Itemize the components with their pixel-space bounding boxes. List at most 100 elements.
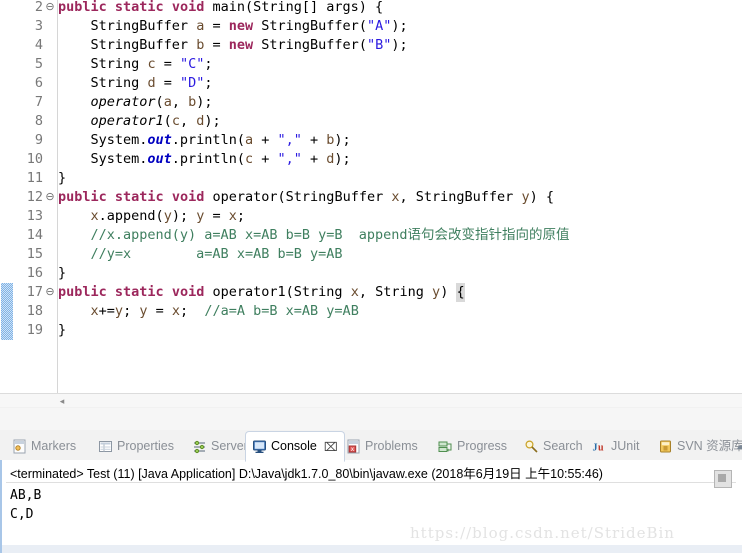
scrollbar-track[interactable]	[0, 394, 742, 407]
tab-overflow-icon[interactable]	[730, 432, 742, 460]
watermark-text: https://blog.csdn.net/StrideBin	[410, 524, 675, 542]
param-y: y	[521, 189, 530, 205]
type-stringbuffer: StringBuffer	[261, 18, 359, 34]
code-line-5[interactable]: String c = "C";	[58, 55, 213, 74]
svg-text:u: u	[598, 442, 604, 453]
scroll-left-arrow-icon[interactable]: ◂	[56, 395, 68, 407]
fold-toggle-icon[interactable]: ⊖	[44, 283, 56, 302]
tab-label: JUnit	[611, 438, 640, 453]
code-line-17[interactable]: public static void operator1(String x, S…	[58, 283, 465, 302]
code-text-area[interactable]: public static void main(String[] args) {…	[58, 0, 742, 408]
progress-icon	[438, 439, 453, 454]
line-number: 16	[26, 265, 43, 281]
method-name-operator1: operator1	[212, 284, 286, 300]
console-icon	[252, 439, 267, 454]
code-line-16[interactable]: }	[58, 264, 66, 283]
string-literal-comma: ","	[277, 151, 302, 167]
change-marker-bar	[1, 0, 13, 408]
tab-markers[interactable]: Markers	[6, 432, 82, 460]
keyword-new: new	[228, 18, 254, 34]
method-signature-main: main(String[] args) {	[212, 0, 384, 15]
line-number: 5	[34, 56, 43, 72]
arg-a: a	[163, 94, 172, 110]
code-line-12[interactable]: public static void operator(StringBuffer…	[58, 188, 554, 207]
code-line-8[interactable]: operator1(c, d);	[58, 112, 221, 131]
code-line-19[interactable]: }	[58, 321, 66, 340]
line-number: 10	[26, 151, 43, 167]
svn-icon	[658, 439, 673, 454]
type-stringbuffer: StringBuffer	[90, 18, 189, 34]
svg-text:x: x	[351, 446, 355, 453]
tab-label: Search	[543, 438, 583, 453]
code-line-15-comment[interactable]: //y=x a=AB x=AB b=B y=AB	[58, 245, 343, 264]
tab-progress[interactable]: Progress	[432, 432, 513, 460]
method-call-operator: operator	[90, 94, 156, 110]
line-number: 4	[34, 37, 43, 53]
line-number: 9	[34, 132, 43, 148]
comment-text: //x.append(y) a=AB x=AB b=B y=B append语句…	[90, 227, 570, 243]
stop-square-icon	[718, 474, 726, 482]
code-line-9[interactable]: System.out.println(a + "," + b);	[58, 131, 351, 150]
tab-svn-repository[interactable]: SVN 资源库	[652, 432, 742, 460]
text-cursor: {	[456, 283, 465, 302]
type-string: String	[293, 284, 343, 300]
junit-icon: Ju	[592, 439, 607, 454]
tab-search[interactable]: Search	[518, 432, 589, 460]
servers-icon	[192, 439, 207, 454]
type-stringbuffer: StringBuffer	[261, 37, 359, 53]
tab-label: Progress	[457, 438, 508, 453]
comment-text: //a=A b=B x=AB y=AB	[204, 303, 359, 319]
tab-problems[interactable]: x Problems	[340, 432, 424, 460]
code-line-3[interactable]: StringBuffer a = new StringBuffer("A");	[58, 17, 408, 36]
code-line-7[interactable]: operator(a, b);	[58, 93, 213, 112]
code-line-11[interactable]: }	[58, 169, 66, 188]
line-number-gutter[interactable]: 2 ⊖ 3 4 5 6 7 8 9 10 11 12 ⊖ 13 14 15 16…	[13, 0, 58, 408]
param-x: x	[391, 189, 400, 205]
line-number: 2	[34, 0, 43, 15]
keyword-static: static	[114, 0, 164, 15]
code-line-4[interactable]: StringBuffer b = new StringBuffer("B");	[58, 36, 408, 55]
code-line-10[interactable]: System.out.println(c + "," + d);	[58, 150, 351, 169]
keyword-public: public	[58, 284, 107, 300]
code-line-6[interactable]: String d = "D";	[58, 74, 213, 93]
console-launch-status: <terminated> Test (11) [Java Application…	[10, 467, 603, 481]
var-c: c	[147, 56, 156, 72]
close-icon[interactable]: ⌧	[324, 440, 338, 454]
tab-label: Console	[271, 439, 317, 454]
tab-label: Markers	[31, 438, 77, 453]
method-call-operator1: operator1	[90, 113, 164, 129]
code-line-2[interactable]: public static void main(String[] args) {	[58, 0, 383, 17]
console-output-line: AB,B	[10, 488, 42, 503]
tab-junit[interactable]: Ju JUnit	[586, 432, 645, 460]
string-literal-B: "B"	[366, 37, 392, 53]
keyword-void: void	[171, 0, 205, 15]
code-line-18[interactable]: x+=y; y = x; //a=A b=B x=AB y=AB	[58, 302, 359, 321]
code-line-14-comment[interactable]: //x.append(y) a=AB x=AB b=B y=B append语句…	[58, 226, 570, 245]
line-number: 19	[26, 322, 43, 338]
problems-icon: x	[346, 439, 361, 454]
line-number: 3	[34, 18, 43, 34]
svg-text:J: J	[593, 442, 598, 453]
line-number: 6	[34, 75, 43, 91]
fold-toggle-icon[interactable]: ⊖	[44, 0, 56, 17]
keyword-static: static	[114, 284, 164, 300]
type-string: String	[375, 284, 424, 300]
string-literal-C: "C"	[179, 56, 205, 72]
tab-console[interactable]: Console ⌧	[245, 431, 345, 462]
line-number: 13	[26, 208, 43, 224]
string-literal-comma: ","	[277, 132, 302, 148]
eclipse-ide-window: 2 ⊖ 3 4 5 6 7 8 9 10 11 12 ⊖ 13 14 15 16…	[0, 0, 742, 553]
param-x: x	[90, 208, 99, 224]
type-string: String	[90, 75, 140, 91]
editor-horizontal-scrollbar[interactable]: ◂	[0, 393, 742, 408]
comment-text: //y=x a=AB x=AB b=B y=AB	[90, 246, 343, 262]
code-line-13[interactable]: x.append(y); y = x;	[58, 207, 246, 226]
tab-properties[interactable]: Properties	[92, 432, 180, 460]
string-literal-D: "D"	[179, 75, 205, 91]
param-x: x	[171, 303, 180, 319]
console-toolbar-button[interactable]	[714, 470, 732, 488]
console-output-line: C,D	[10, 507, 34, 522]
java-editor[interactable]: 2 ⊖ 3 4 5 6 7 8 9 10 11 12 ⊖ 13 14 15 16…	[0, 0, 742, 408]
arg-c: c	[244, 151, 254, 167]
fold-toggle-icon[interactable]: ⊖	[44, 188, 56, 207]
